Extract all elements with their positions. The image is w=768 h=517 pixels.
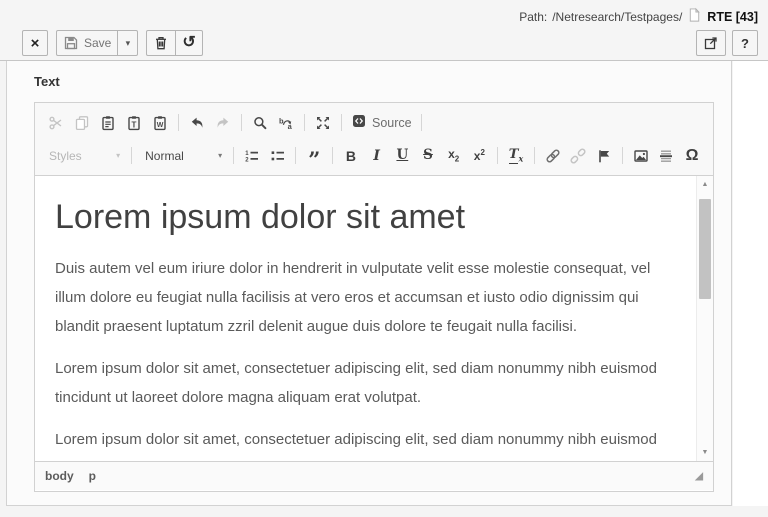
save-button[interactable]: Save [56,30,119,56]
find-icon[interactable] [247,111,273,135]
path-value: /Netresearch/Testpages/ [552,9,683,24]
vertical-scrollbar[interactable]: ▲ ▼ [696,176,713,461]
rte-toolbar: T W ba Source Styles ▾ Normal ▾ 1 2 ” B … [35,103,713,176]
docheader: Path: /Netresearch/Testpages/ RTE [43] ×… [0,0,768,61]
record-action-group: ↺ [146,30,203,56]
form-panel: Text T W b a Source Styles ▾ Normal ▾ 1 … [6,61,732,506]
undo-icon[interactable] [184,111,210,135]
chevron-down-icon: ▾ [125,37,131,48]
svg-text:T: T [132,120,137,129]
toolbar-separator [533,147,535,164]
source-button[interactable]: Source [347,111,416,135]
replace-icon[interactable]: ba [273,111,299,135]
styles-dropdown-label: Styles [49,148,82,163]
scroll-down-icon[interactable]: ▼ [697,444,713,461]
paste-word-icon[interactable]: W [147,111,173,135]
format-dropdown-label: Normal [145,148,184,163]
right-button-cluster: ? [696,30,758,56]
close-icon: × [30,34,40,52]
scroll-up-icon[interactable]: ▲ [697,176,713,193]
save-icon [63,35,79,51]
horizontal-line-icon[interactable] [654,144,680,168]
path-label: Path: [519,9,548,24]
svg-text:2: 2 [245,157,249,163]
toolbar-separator [621,147,623,164]
trash-icon [153,35,169,51]
scrollbar-thumb[interactable] [699,199,711,299]
maximize-icon[interactable] [310,111,336,135]
rte-toolbar-row-1: T W ba Source [43,106,705,139]
left-button-cluster: × Save ▾ ↺ [22,30,203,56]
toolbar-separator [131,147,133,164]
underline-icon[interactable]: U [390,144,416,168]
paste-icon[interactable] [95,111,121,135]
chevron-down-icon: ▾ [116,151,121,160]
docheader-buttons: × Save ▾ ↺ ? [22,30,758,56]
strikethrough-icon[interactable]: S [415,144,441,168]
special-character-icon[interactable]: Ω [679,144,705,168]
content-paragraph: Lorem ipsum dolor sit amet, consectetuer… [55,430,657,462]
help-icon: ? [741,35,749,51]
resize-handle-icon[interactable]: ◢ [695,471,703,482]
unlink-icon[interactable] [566,144,592,168]
link-icon[interactable] [540,144,566,168]
cut-icon[interactable] [43,111,69,135]
element-path-body[interactable]: body [45,469,74,483]
save-button-label: Save [84,36,112,50]
content-paragraph: Duis autem vel eum iriure dolor in hendr… [55,259,651,335]
toolbar-separator [420,114,422,131]
subscript-icon[interactable]: x2 [441,144,467,168]
rte-toolbar-row-2: Styles ▾ Normal ▾ 12 ” B I U S x2 x2 Tx … [43,139,705,172]
open-new-window-icon [703,35,719,51]
styles-dropdown[interactable]: Styles ▾ [43,144,126,168]
svg-text:1: 1 [245,150,249,156]
bold-icon[interactable]: B [338,144,364,168]
breadcrumb: Path: /Netresearch/Testpages/ RTE [43] [519,7,758,26]
rte-editor: T W ba Source Styles ▾ Normal ▾ 1 2 ” B … [34,102,714,492]
redo-icon[interactable] [210,111,236,135]
numbered-list-icon[interactable]: 12 [239,144,265,168]
copy-icon[interactable] [69,111,95,135]
source-button-label: Source [372,115,412,130]
save-dropdown-button[interactable]: ▾ [117,30,139,56]
paste-text-icon[interactable]: T [121,111,147,135]
italic-icon[interactable]: I [364,144,390,168]
help-button[interactable]: ? [732,30,758,56]
history-icon: ↺ [182,34,196,51]
superscript-icon[interactable]: x2 [467,144,493,168]
toolbar-separator [241,114,242,131]
svg-text:W: W [157,122,164,129]
element-path-bar: body p ◢ [35,461,713,490]
page-icon [687,7,702,26]
bulleted-list-icon[interactable] [265,144,291,168]
source-icon [351,113,367,132]
chevron-down-icon: ▾ [218,151,223,160]
anchor-flag-icon[interactable] [591,144,617,168]
toolbar-separator [295,147,297,164]
toolbar-separator [233,147,235,164]
content-paragraph: Lorem ipsum dolor sit amet, consectetuer… [55,359,657,406]
content-heading: Lorem ipsum dolor sit amet [55,198,466,236]
toolbar-separator [497,147,499,164]
save-split-button: Save ▾ [56,30,139,56]
rte-document: Lorem ipsum dolor sit amet Duis autem ve… [35,176,713,461]
element-path-p[interactable]: p [89,469,96,483]
history-button[interactable]: ↺ [175,30,203,56]
image-icon[interactable] [628,144,654,168]
blockquote-icon[interactable]: ” [301,144,327,170]
format-dropdown[interactable]: Normal ▾ [139,144,228,168]
toolbar-separator [341,114,342,131]
toolbar-separator [304,114,305,131]
remove-format-icon[interactable]: Tx [503,144,529,168]
rte-content-area[interactable]: Lorem ipsum dolor sit amet Duis autem ve… [35,176,713,461]
close-button[interactable]: × [22,30,48,56]
record-title: RTE [43] [707,9,758,24]
delete-button[interactable] [146,30,177,56]
open-new-window-button[interactable] [696,30,726,56]
toolbar-separator [332,147,334,164]
field-label: Text [34,74,60,89]
content-margin [733,61,768,506]
toolbar-separator [178,114,179,131]
